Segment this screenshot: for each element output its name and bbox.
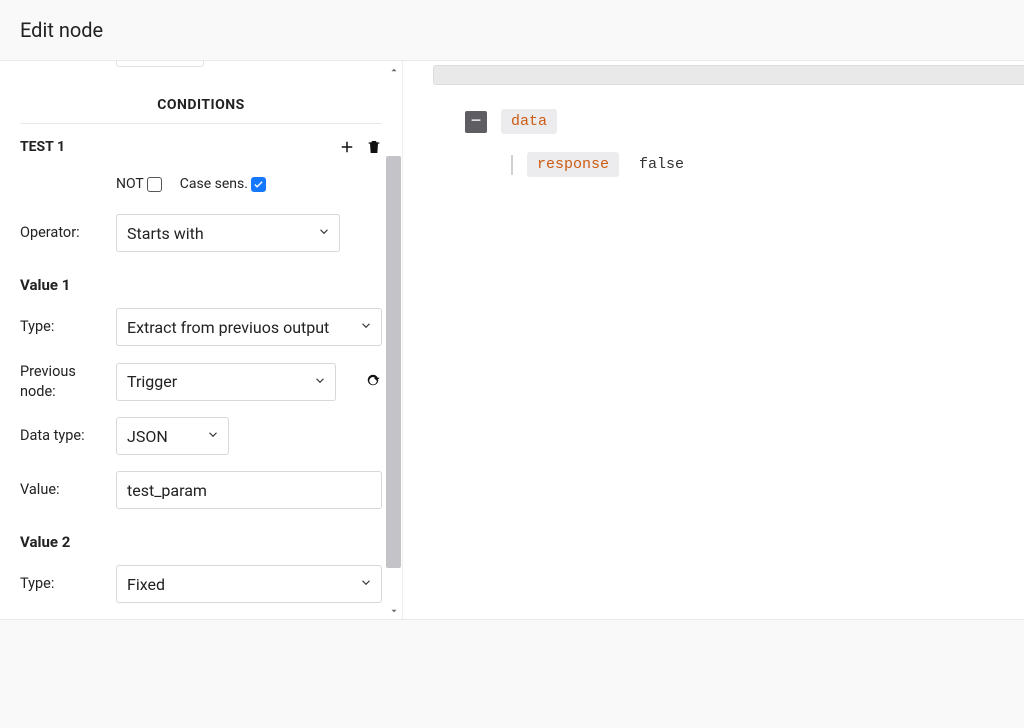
output-panel: − data response false	[403, 61, 1024, 619]
add-condition-icon[interactable]	[338, 138, 356, 156]
value2-type-select[interactable]: Fixed	[116, 565, 382, 603]
value1-dtype-select[interactable]: JSON	[116, 417, 229, 455]
operator-select[interactable]: Starts with	[116, 214, 340, 252]
test-header-row: TEST 1	[20, 124, 382, 170]
scroll-down-icon[interactable]	[385, 602, 402, 619]
value1-prev-label: Previous node:	[20, 362, 100, 401]
tree-child-key[interactable]: response	[527, 152, 619, 177]
tree-root-row: − data	[433, 109, 1024, 134]
chevron-down-icon	[206, 427, 220, 446]
tree-child-row: response false	[433, 152, 1024, 177]
value2-heading: Value 2	[20, 517, 382, 557]
value1-value-row: Value: test_param	[20, 463, 382, 517]
value2-type-row: Type: Fixed	[20, 557, 382, 611]
test-label: TEST 1	[20, 139, 65, 155]
value1-type-label: Type:	[20, 317, 100, 337]
scrollbar[interactable]	[385, 61, 402, 619]
value2-type-label: Type:	[20, 574, 100, 594]
chevron-down-icon	[359, 318, 373, 337]
output-topbar	[433, 65, 1024, 85]
conditions-panel: CONDITIONS TEST 1 NOT	[0, 61, 403, 619]
tree-collapse-icon[interactable]: −	[465, 111, 487, 133]
value1-type-select[interactable]: Extract from previuos output	[116, 308, 382, 346]
value1-prev-row: Previous node: Trigger	[20, 354, 382, 409]
chevron-down-icon	[317, 224, 331, 243]
operator-row: Operator: Starts with	[20, 206, 382, 260]
chevron-down-icon	[313, 372, 327, 391]
tree-root-key[interactable]: data	[501, 109, 557, 134]
value1-value-input[interactable]: test_param	[116, 471, 382, 509]
value1-dtype-label: Data type:	[20, 426, 100, 446]
tree-guide-line	[511, 155, 513, 175]
value1-heading: Value 1	[20, 260, 382, 300]
flags-row: NOT Case sens.	[20, 170, 382, 206]
editor-panels: CONDITIONS TEST 1 NOT	[0, 60, 1024, 620]
not-label: NOT	[116, 176, 144, 192]
value1-prev-select[interactable]: Trigger	[116, 363, 336, 401]
refresh-icon[interactable]	[364, 371, 382, 393]
case-sens-checkbox[interactable]	[251, 177, 266, 192]
chevron-down-icon	[359, 575, 373, 594]
conditions-heading: CONDITIONS	[20, 67, 382, 124]
delete-condition-icon[interactable]	[366, 138, 382, 156]
value1-value-label: Value:	[20, 480, 100, 500]
scroll-track[interactable]	[385, 78, 402, 602]
scroll-up-icon[interactable]	[385, 61, 402, 78]
not-checkbox[interactable]	[147, 177, 162, 192]
scroll-thumb[interactable]	[386, 156, 401, 568]
case-sens-label: Case sens.	[180, 176, 248, 192]
page-title: Edit node	[0, 0, 1024, 60]
tree-child-value: false	[633, 156, 684, 173]
value1-dtype-row: Data type: JSON	[20, 409, 382, 463]
operator-label: Operator:	[20, 223, 100, 243]
value2-value-row: Value: TEST	[20, 611, 382, 619]
value1-type-row: Type: Extract from previuos output	[20, 300, 382, 354]
